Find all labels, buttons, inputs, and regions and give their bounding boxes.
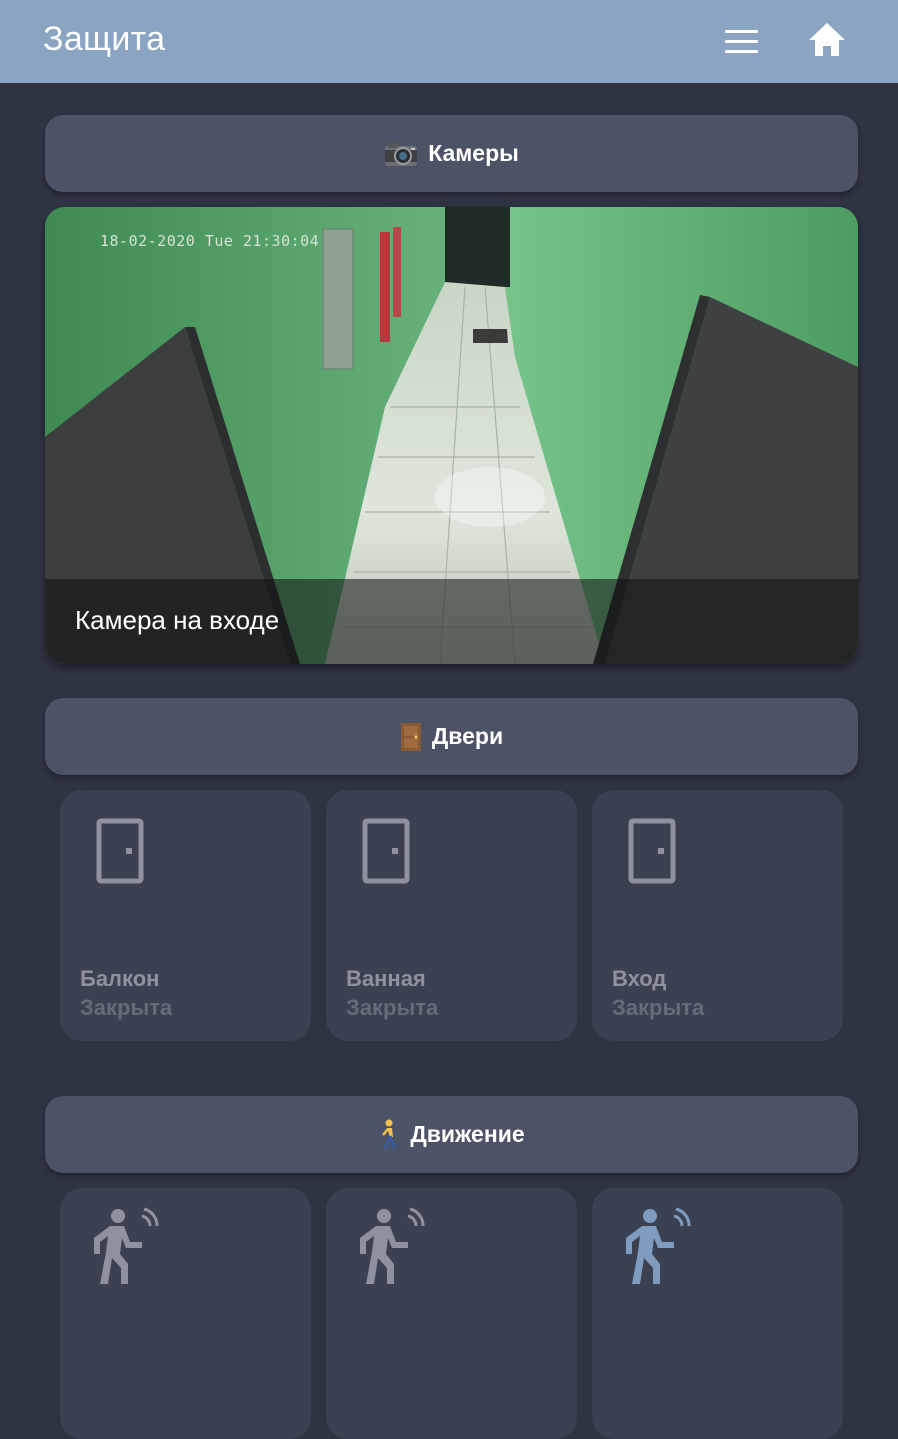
top-app-bar: Защита bbox=[0, 0, 898, 83]
section-header-motion[interactable]: Движение bbox=[45, 1096, 858, 1173]
door-tile-entrance[interactable]: Вход Закрыта bbox=[592, 790, 843, 1041]
walking-person-emoji-icon bbox=[378, 1119, 400, 1151]
camera-caption: Камера на входе bbox=[75, 605, 280, 635]
door-icon bbox=[96, 818, 144, 884]
door-tile-bathroom[interactable]: Ванная Закрыта bbox=[326, 790, 577, 1041]
section-header-doors[interactable]: Двери bbox=[45, 698, 858, 775]
door-state: Закрыта bbox=[80, 995, 173, 1020]
hamburger-menu-icon[interactable] bbox=[720, 22, 762, 60]
home-icon[interactable] bbox=[806, 20, 848, 60]
motion-tile-2[interactable] bbox=[326, 1188, 577, 1439]
motion-tile-1[interactable] bbox=[60, 1188, 311, 1439]
walk-motion-icon-active bbox=[626, 1207, 691, 1284]
walk-motion-icon bbox=[94, 1207, 159, 1284]
camera-feed-card[interactable]: 18-02-2020 Tue 21:30:04 Камера на входе bbox=[45, 207, 858, 664]
door-state: Закрыта bbox=[612, 995, 705, 1020]
camera-icon bbox=[384, 141, 418, 167]
door-name: Балкон bbox=[80, 966, 160, 991]
section-title-cameras: Камеры bbox=[428, 140, 519, 166]
motion-tile-3[interactable] bbox=[592, 1188, 843, 1439]
page-title: Защита bbox=[43, 20, 166, 58]
walk-motion-icon bbox=[360, 1207, 425, 1284]
door-icon bbox=[362, 818, 410, 884]
section-header-cameras[interactable]: Камеры bbox=[45, 115, 858, 192]
door-emoji-icon bbox=[400, 722, 422, 752]
door-name: Ванная bbox=[346, 966, 426, 991]
door-icon bbox=[628, 818, 676, 884]
door-state: Закрыта bbox=[346, 995, 439, 1020]
section-title-doors: Двери bbox=[431, 723, 504, 749]
door-name: Вход bbox=[612, 966, 667, 991]
section-title-motion: Движение bbox=[410, 1121, 525, 1147]
camera-timestamp: 18-02-2020 Tue 21:30:04 bbox=[100, 232, 320, 250]
door-tile-balcony[interactable]: Балкон Закрыта bbox=[60, 790, 311, 1041]
